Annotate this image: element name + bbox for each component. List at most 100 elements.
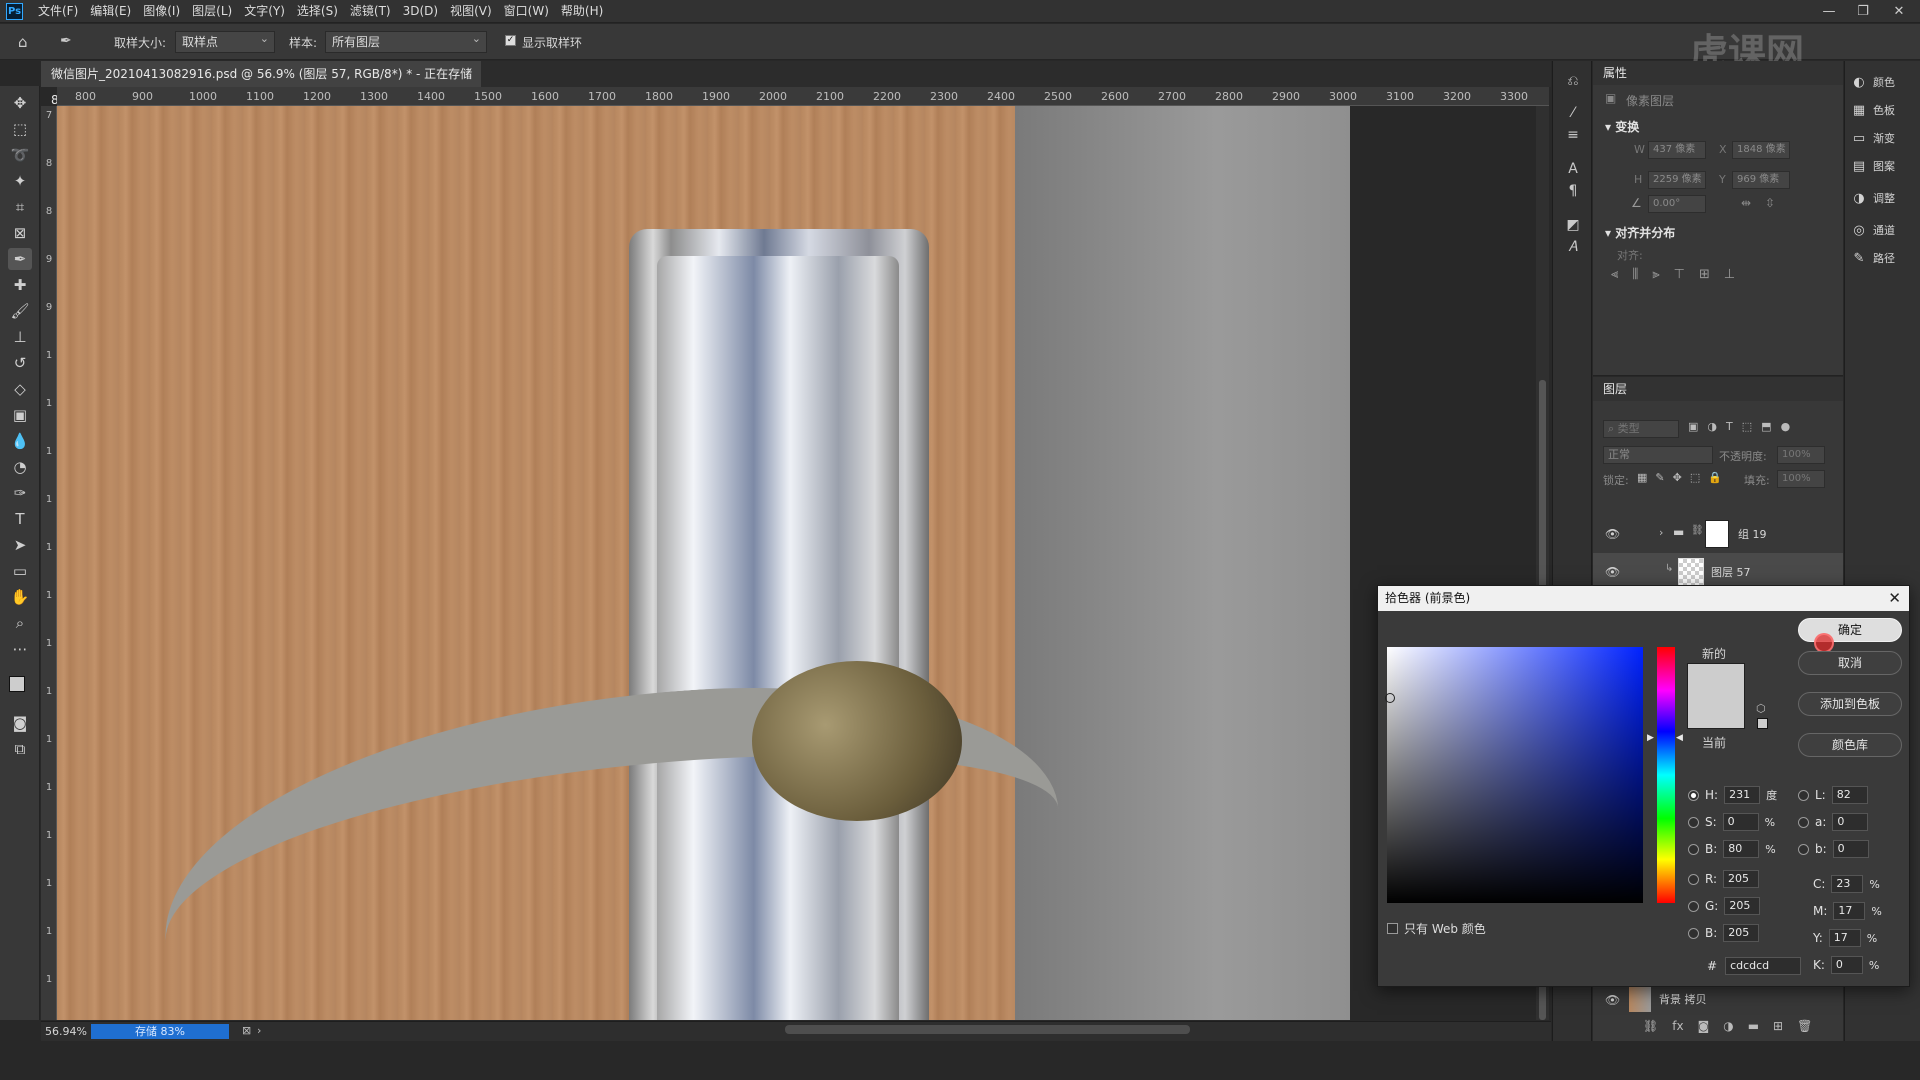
minimize-button[interactable]: — [1814, 0, 1844, 23]
lasso-tool-icon[interactable]: ➰ [8, 144, 32, 166]
eyedropper-tool-icon[interactable]: ✒ [8, 248, 32, 270]
l-radio[interactable] [1798, 789, 1809, 801]
blur-tool-icon[interactable]: 💧 [8, 430, 32, 452]
foreground-color-swatch[interactable] [9, 676, 25, 692]
rectangle-tool-icon[interactable]: ▭ [8, 560, 32, 582]
new-adjustment-icon[interactable]: ◑ [1723, 1019, 1733, 1033]
hue-slider[interactable] [1657, 647, 1675, 903]
visibility-eye-icon[interactable]: 👁 [1605, 565, 1620, 579]
lab-b-input[interactable]: 0 [1832, 840, 1869, 858]
panel-button-2[interactable]: ▭ 渐变 [1851, 125, 1895, 151]
h-input[interactable]: 231 [1724, 786, 1761, 804]
quick-mask-icon[interactable]: ◙ [8, 712, 32, 734]
menu-item[interactable]: 图层(L) [186, 0, 238, 23]
flip-vertical-icon[interactable]: ⇳ [1765, 196, 1775, 210]
transform-section[interactable]: ▾ 变换 [1605, 118, 1639, 135]
panel-button-6[interactable]: ✎ 路径 [1851, 245, 1895, 271]
h-radio[interactable] [1688, 789, 1699, 801]
sample-dropdown[interactable]: 所有图层 [325, 29, 487, 53]
flip-horizontal-icon[interactable]: ⇹ [1741, 196, 1751, 210]
x-field[interactable]: 1848 像素 [1732, 141, 1790, 159]
move-tool-icon[interactable]: ✥ [8, 92, 32, 114]
layer-filter-input[interactable]: ⌕ 类型 [1603, 420, 1679, 438]
cancel-save-icon[interactable]: ⊠ [242, 1024, 251, 1037]
hex-input[interactable]: cdcdcd [1725, 957, 1802, 975]
brush-tool-icon[interactable]: 🖌 [8, 300, 32, 322]
lock-all-icon[interactable]: 🔒 [1708, 471, 1722, 484]
visibility-eye-icon[interactable]: 👁 [1605, 993, 1620, 1007]
add-mask-icon[interactable]: ◙ [1698, 1019, 1710, 1033]
document-tab[interactable]: 微信图片_20210413082916.psd @ 56.9% (图层 57, … [41, 61, 481, 107]
menu-item[interactable]: 窗口(W) [498, 0, 555, 23]
blue-radio[interactable] [1688, 927, 1699, 939]
r-input[interactable]: 205 [1723, 870, 1760, 888]
color-field[interactable] [1387, 647, 1643, 903]
m-input[interactable]: 17 [1833, 902, 1866, 920]
angle-field[interactable]: 0.00° [1648, 195, 1706, 213]
lock-transparent-icon[interactable]: ▦ [1637, 471, 1647, 484]
character-style-icon[interactable]: 𝐴 [1563, 237, 1583, 257]
brush-panel-icon[interactable]: ⁄ [1563, 103, 1583, 123]
lock-paint-icon[interactable]: ✎ [1655, 471, 1664, 484]
l-input[interactable]: 82 [1831, 786, 1868, 804]
layer-row[interactable]: 👁 › ▬ ⛓ 组 19 [1593, 515, 1843, 553]
filter-type-icon[interactable]: T [1726, 420, 1733, 433]
align-bottom-icon[interactable]: ⊥ [1724, 267, 1735, 282]
align-middle-v-icon[interactable]: ⊞ [1699, 267, 1710, 282]
align-right-icon[interactable]: ⫸ [1652, 267, 1659, 282]
group-expand-icon[interactable]: › [1659, 526, 1663, 539]
eraser-tool-icon[interactable]: ◇ [8, 378, 32, 400]
paragraph-style-icon[interactable]: ◩ [1563, 215, 1583, 235]
new-group-icon[interactable]: ▬ [1748, 1019, 1759, 1033]
dodge-tool-icon[interactable]: ◔ [8, 456, 32, 478]
s-input[interactable]: 0 [1722, 813, 1759, 831]
color-libraries-button[interactable]: 颜色库 [1798, 733, 1902, 757]
screen-mode-icon[interactable]: ⧉ [8, 738, 32, 760]
paragraph-panel-icon[interactable]: ¶ [1563, 181, 1583, 201]
filter-shape-icon[interactable]: ⬚ [1742, 420, 1752, 433]
web-colors-checkbox[interactable] [1387, 923, 1398, 934]
menu-item[interactable]: 帮助(H) [555, 0, 609, 23]
marquee-tool-icon[interactable]: ⬚ [8, 118, 32, 140]
visibility-eye-icon[interactable]: 👁 [1605, 527, 1620, 541]
healing-brush-icon[interactable]: ✚ [8, 274, 32, 296]
panel-button-4[interactable]: ◑ 调整 [1851, 185, 1895, 211]
magic-wand-icon[interactable]: ✦ [8, 170, 32, 192]
home-icon[interactable]: ⌂ [18, 33, 28, 51]
filter-smart-icon[interactable]: ⬒ [1761, 420, 1771, 433]
c-input[interactable]: 23 [1831, 875, 1864, 893]
stamp-tool-icon[interactable]: ⊥ [8, 326, 32, 348]
panel-button-0[interactable]: ◐ 颜色 [1851, 69, 1895, 95]
add-to-swatches-button[interactable]: 添加到色板 [1798, 692, 1902, 716]
a-input[interactable]: 0 [1832, 813, 1869, 831]
horizontal-scroll-thumb[interactable] [785, 1025, 1190, 1034]
eyedropper-icon[interactable]: ✒ [60, 33, 72, 49]
delete-layer-icon[interactable]: 🗑 [1797, 1019, 1812, 1033]
status-arrow-icon[interactable]: › [257, 1024, 261, 1037]
blend-mode-dropdown[interactable]: 正常 [1603, 446, 1713, 464]
y-cmyk-input[interactable]: 17 [1828, 929, 1861, 947]
opacity-field[interactable]: 100% [1777, 446, 1825, 464]
close-window-button[interactable]: ✕ [1884, 0, 1914, 23]
type-tool-icon[interactable]: T [8, 508, 32, 530]
crop-tool-icon[interactable]: ⌗ [8, 196, 32, 218]
g-input[interactable]: 205 [1724, 897, 1761, 915]
hue-slider-left-arrow[interactable]: ▶ [1647, 733, 1654, 743]
filter-pixel-icon[interactable]: ▣ [1688, 420, 1698, 433]
gradient-tool-icon[interactable]: ▣ [8, 404, 32, 426]
sample-size-dropdown[interactable]: 取样点 [175, 29, 275, 53]
height-field[interactable]: 2259 像素 [1648, 171, 1706, 189]
hand-tool-icon[interactable]: ✋ [8, 586, 32, 608]
align-left-icon[interactable]: ⫷ [1611, 267, 1618, 282]
menu-item[interactable]: 选择(S) [291, 0, 344, 23]
history-panel-icon[interactable]: ⎌ [1563, 71, 1583, 91]
color-field-marker[interactable] [1385, 693, 1395, 703]
fill-field[interactable]: 100% [1777, 470, 1825, 488]
link-layers-icon[interactable]: ⛓ [1643, 1019, 1658, 1033]
menu-item[interactable]: 3D(D) [397, 0, 444, 23]
s-radio[interactable] [1688, 816, 1699, 828]
align-top-icon[interactable]: ⊤ [1674, 267, 1685, 282]
filter-toggle-icon[interactable]: ● [1781, 420, 1791, 433]
zoom-level[interactable]: 56.94% [45, 1025, 87, 1038]
pen-tool-icon[interactable]: ✑ [8, 482, 32, 504]
